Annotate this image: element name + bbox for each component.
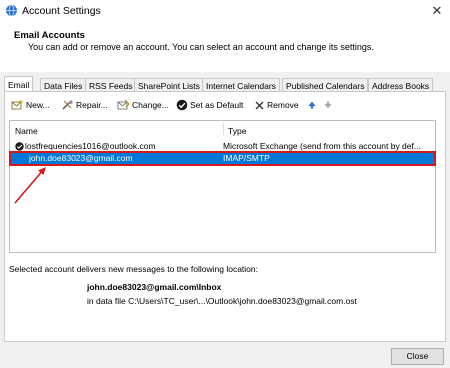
title-bar: Account Settings ✕ (0, 0, 450, 22)
repair-button-label: Repair... (76, 100, 108, 110)
default-account-check-icon (15, 142, 24, 151)
move-up-button[interactable] (307, 98, 319, 112)
move-down-button[interactable] (323, 98, 335, 112)
account-row-outlook[interactable]: lostfrequencies1016@outlook.com Microsof… (11, 141, 434, 152)
tab-data-files[interactable]: Data Files (40, 78, 87, 92)
new-button[interactable]: New... (11, 98, 50, 112)
tab-rss-feeds[interactable]: RSS Feeds (85, 78, 137, 92)
column-header-type[interactable]: Type (228, 126, 246, 136)
dialog-header: Email Accounts You can add or remove an … (0, 22, 450, 72)
tab-internet-calendars[interactable]: Internet Calendars (202, 78, 280, 92)
account-type: Microsoft Exchange (send from this accou… (223, 141, 421, 151)
repair-tools-icon (62, 100, 73, 110)
account-type: IMAP/SMTP (223, 153, 270, 163)
column-separator (223, 123, 224, 135)
set-as-default-button[interactable]: Set as Default (176, 98, 243, 112)
window-title: Account Settings (22, 5, 101, 17)
column-header-name[interactable]: Name (15, 126, 38, 136)
delivery-folder-path: john.doe83023@gmail.com\Inbox (87, 282, 222, 292)
close-button[interactable]: Close (391, 348, 444, 365)
tab-sharepoint-lists[interactable]: SharePoint Lists (134, 78, 204, 92)
arrow-down-icon (324, 101, 332, 109)
repair-button[interactable]: Repair... (61, 98, 108, 112)
change-button-label: Change... (132, 100, 169, 110)
set-as-default-label: Set as Default (190, 100, 244, 110)
account-name: john.doe83023@gmail.com (29, 153, 133, 163)
default-check-icon (176, 99, 188, 111)
delivery-data-file: in data file C:\Users\TC_user\...\Outloo… (87, 296, 357, 306)
new-account-icon (11, 99, 24, 110)
account-settings-window: Account Settings ✕ Email Accounts You ca… (0, 0, 450, 368)
header-description: You can add or remove an account. You ca… (28, 42, 374, 52)
account-row-gmail[interactable]: john.doe83023@gmail.com IMAP/SMTP (9, 151, 436, 166)
remove-button-label: Remove (267, 100, 299, 110)
tab-address-books[interactable]: Address Books (368, 78, 434, 92)
remove-button[interactable]: Remove (254, 98, 299, 112)
outlook-globe-icon (6, 4, 17, 17)
change-account-icon (117, 99, 130, 110)
tab-published-calendars[interactable]: Published Calendars (282, 78, 369, 92)
delivery-location-label: Selected account delivers new messages t… (9, 264, 259, 274)
new-button-label: New... (26, 100, 50, 110)
remove-x-icon (255, 101, 264, 109)
accounts-list: Name Type lostfrequencies1016@outlook.co… (9, 120, 436, 253)
email-tab-panel: New... Repair... Change... Set as Defaul… (4, 91, 446, 342)
header-title: Email Accounts (14, 30, 85, 41)
change-button[interactable]: Change... (117, 98, 169, 112)
arrow-up-icon (308, 101, 316, 109)
close-window-button[interactable]: ✕ (430, 3, 444, 19)
account-name: lostfrequencies1016@outlook.com (25, 141, 156, 151)
